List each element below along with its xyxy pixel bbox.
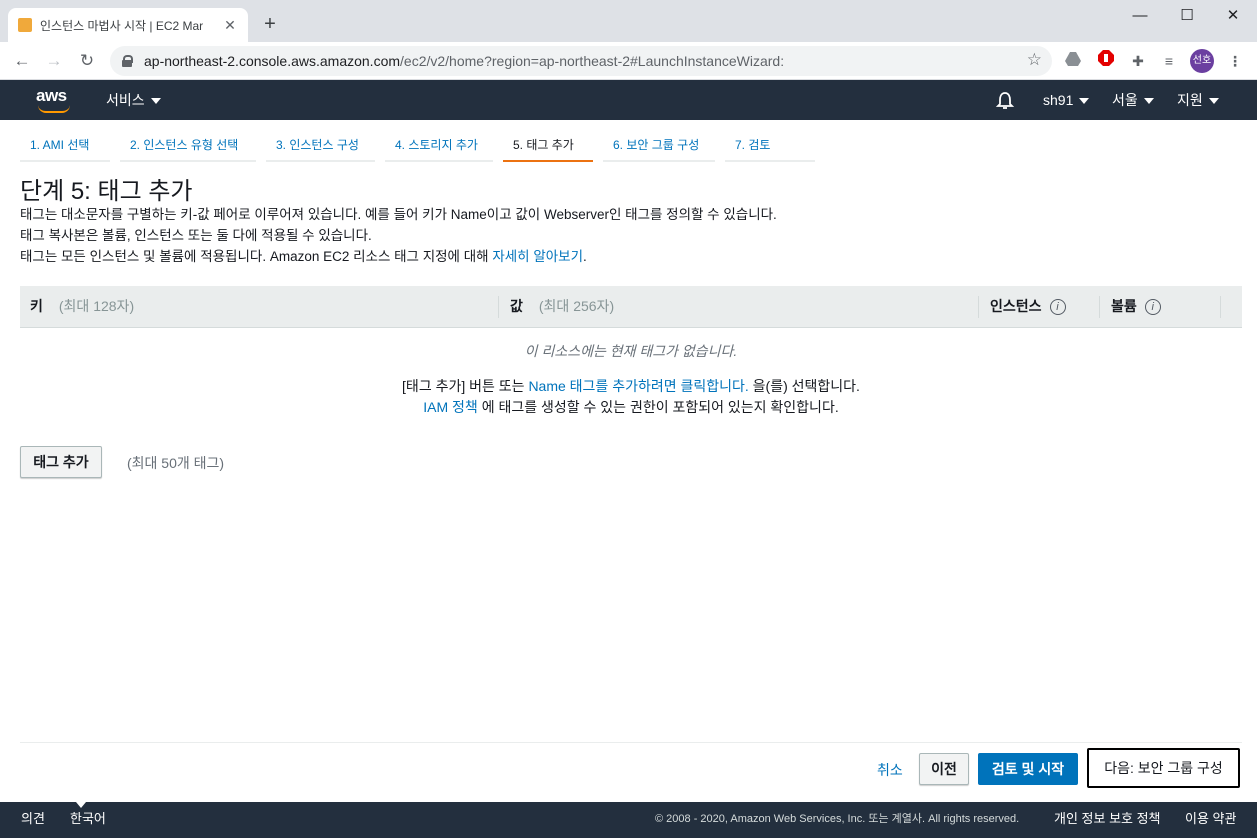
add-tag-button[interactable]: 태그 추가 (20, 446, 102, 478)
url-path: /ec2/v2/home?region=ap-northeast-2#Launc… (400, 53, 785, 69)
chevron-down-icon (1208, 98, 1219, 105)
tab-close-icon[interactable]: ✕ (222, 17, 238, 34)
minimize-icon[interactable]: — (1117, 4, 1163, 28)
profile-avatar[interactable]: 선호 (1190, 49, 1214, 73)
description-line-3-text: 태그는 모든 인스턴스 및 볼륨에 적용됩니다. Amazon EC2 리소스 … (20, 249, 493, 264)
browser-tab[interactable]: 인스턴스 마법사 시작 | EC2 Mar ✕ (8, 8, 248, 42)
services-label: 서비스 (106, 92, 145, 108)
add-name-tag-link[interactable]: Name 태그를 추가하려면 클릭합니다. (528, 378, 748, 394)
region-label: 서울 (1112, 92, 1138, 108)
page-title: 단계 5: 태그 추가 (20, 178, 193, 205)
tags-table-header: 키 (최대 128자) 값 (최대 256자) 인스턴스 i 볼륨 i (20, 286, 1242, 328)
browser-menu-icon[interactable]: ⋮ (1224, 50, 1246, 72)
column-volumes-label: 볼륨 (1111, 298, 1137, 314)
step-add-storage[interactable]: 4. 스토리지 추가 (385, 130, 493, 162)
chevron-down-icon (150, 98, 161, 105)
account-menu[interactable]: sh91 (1043, 80, 1090, 120)
hint-1-suffix: 을(를) 선택합니다. (748, 378, 860, 394)
max-tags-hint: (최대 50개 태그) (127, 455, 225, 471)
hint-1-prefix: [태그 추가] 버튼 또는 (402, 378, 529, 394)
support-menu[interactable]: 지원 (1177, 80, 1219, 120)
services-menu[interactable]: 서비스 (106, 80, 161, 120)
empty-hint-line-2: IAM 정책 에 태그를 생성할 수 있는 권한이 포함되어 있는지 확인합니다… (20, 397, 1242, 417)
new-tab-button[interactable]: + (258, 12, 282, 36)
aws-logo[interactable]: aws (36, 86, 76, 114)
address-bar[interactable]: ap-northeast-2.console.aws.amazon.com/ec… (110, 46, 1052, 76)
description-line-3-end: . (583, 249, 587, 264)
browser-tab-bar: 인스턴스 마법사 시작 | EC2 Mar ✕ + — ☐ ✕ (0, 0, 1257, 42)
iam-policy-link[interactable]: IAM 정책 (423, 399, 478, 415)
empty-tags-message: 이 리소스에는 현재 태그가 없습니다. (524, 343, 738, 359)
previous-button[interactable]: 이전 (919, 753, 969, 785)
column-divider (1099, 296, 1100, 318)
column-key: 키 (최대 128자) (30, 286, 134, 328)
adblock-extension-icon[interactable] (1095, 50, 1117, 72)
column-divider (498, 296, 499, 318)
column-divider (978, 296, 979, 318)
column-key-hint: (최대 128자) (58, 298, 135, 314)
chevron-down-icon (1143, 98, 1154, 105)
divider (20, 742, 1242, 743)
info-icon[interactable]: i (1049, 299, 1066, 316)
aws-favicon-icon (18, 18, 32, 32)
extensions-puzzle-icon[interactable]: ✚ (1127, 50, 1149, 72)
copyright-text: © 2008 - 2020, Amazon Web Services, Inc.… (655, 813, 1020, 825)
support-label: 지원 (1177, 92, 1203, 108)
column-value-label: 값 (510, 298, 523, 314)
lock-icon (122, 55, 133, 67)
reload-icon[interactable]: ↻ (74, 48, 100, 74)
media-control-icon[interactable]: ≡ (1158, 50, 1180, 72)
next-configure-security-group-button[interactable]: 다음: 보안 그룹 구성 (1087, 748, 1240, 788)
region-menu[interactable]: 서울 (1112, 80, 1154, 120)
terms-of-use-link[interactable]: 이용 약관 (1185, 802, 1236, 836)
tab-title: 인스턴스 마법사 시작 | EC2 Mar (40, 18, 204, 33)
column-key-label: 키 (30, 298, 43, 314)
description-line-1: 태그는 대소문자를 구별하는 키-값 페어로 이루어져 있습니다. 예를 들어 … (20, 207, 777, 222)
step-configure-instance[interactable]: 3. 인스턴스 구성 (266, 130, 375, 162)
review-and-launch-button[interactable]: 검토 및 시작 (978, 753, 1078, 785)
privacy-policy-link[interactable]: 개인 정보 보호 정책 (1054, 802, 1161, 836)
chevron-down-icon (1079, 98, 1090, 105)
step-add-tags[interactable]: 5. 태그 추가 (503, 130, 593, 162)
forward-arrow-icon[interactable]: → (41, 48, 67, 74)
url-host: ap-northeast-2.console.aws.amazon.com (144, 53, 401, 69)
drive-extension-icon[interactable] (1062, 50, 1084, 72)
window-close-icon[interactable]: ✕ (1210, 4, 1256, 28)
column-divider (1220, 296, 1221, 318)
info-icon[interactable]: i (1144, 299, 1161, 316)
hint-2-suffix: 에 태그를 생성할 수 있는 권한이 포함되어 있는지 확인합니다. (477, 399, 839, 415)
account-label: sh91 (1043, 92, 1074, 108)
cancel-link[interactable]: 취소 (877, 760, 903, 780)
back-arrow-icon[interactable]: ← (9, 48, 35, 74)
notifications-bell-icon[interactable] (995, 80, 1015, 120)
aws-logo-text: aws (36, 86, 67, 105)
maximize-icon[interactable]: ☐ (1164, 4, 1210, 28)
column-instances: 인스턴스 i (990, 286, 1066, 328)
aws-smile-icon (38, 105, 70, 113)
description-line-3: 태그는 모든 인스턴스 및 볼륨에 적용됩니다. Amazon EC2 리소스 … (20, 245, 587, 265)
aws-console-header: aws 서비스 sh91 서울 지원 (0, 80, 1257, 120)
empty-hint-line-1: [태그 추가] 버튼 또는 Name 태그를 추가하려면 클릭합니다. 을(를)… (20, 376, 1242, 396)
console-footer: 의견 한국어 © 2008 - 2020, Amazon Web Service… (0, 802, 1257, 838)
step-ami[interactable]: 1. AMI 선택 (20, 130, 110, 162)
description-line-2: 태그 복사본은 볼륨, 인스턴스 또는 둘 다에 적용될 수 있습니다. (20, 228, 372, 243)
step-review[interactable]: 7. 검토 (725, 130, 815, 162)
column-value: 값 (최대 256자) (510, 286, 614, 328)
step-security-group[interactable]: 6. 보안 그룹 구성 (603, 130, 715, 162)
column-value-hint: (최대 256자) (538, 298, 615, 314)
bookmark-star-icon[interactable]: ☆ (1027, 50, 1042, 70)
learn-more-link[interactable]: 자세히 알아보기 (492, 249, 583, 264)
step-instance-type[interactable]: 2. 인스턴스 유형 선택 (120, 130, 256, 162)
chevron-down-icon (76, 802, 86, 808)
column-volumes: 볼륨 i (1111, 286, 1161, 328)
column-instances-label: 인스턴스 (990, 298, 1042, 314)
feedback-link[interactable]: 의견 (21, 802, 45, 836)
